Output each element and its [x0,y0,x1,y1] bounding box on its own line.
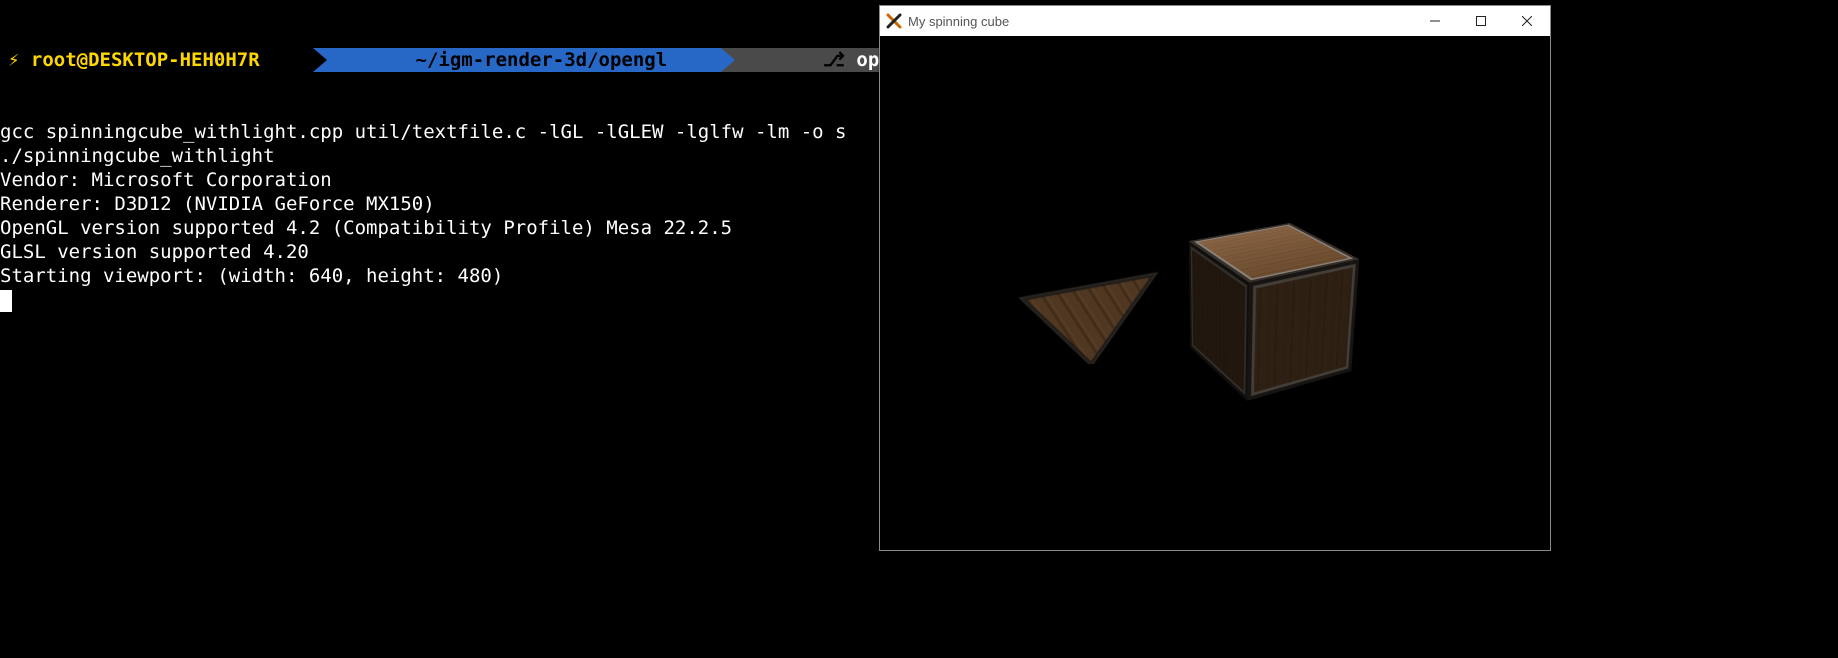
prompt-user-segment: ⚡ root@DESKTOP-HEH0H7R [0,48,313,72]
git-branch-icon: ⎇ [823,48,845,72]
close-button[interactable] [1504,6,1550,36]
prompt-path: ~/igm-render-3d/opengl [416,48,668,72]
window-title: My spinning cube [908,14,1009,29]
output-line: GLSL version supported 4.20 [0,241,309,263]
output-line: Renderer: D3D12 (NVIDIA GeForce MX150) [0,193,435,215]
output-line: Vendor: Microsoft Corporation [0,169,332,191]
output-line: gcc spinningcube_withlight.cpp util/text… [0,121,846,143]
prompt-user-host: root@DESKTOP-HEH0H7R [31,48,260,72]
cube-mesh [1217,240,1322,373]
scene-3d [880,36,1550,550]
app-x11-icon [886,13,902,29]
pyramid-face [1016,265,1160,368]
window-controls [1412,6,1550,36]
segment-arrow-icon [721,48,735,72]
output-line: OpenGL version supported 4.2 (Compatibil… [0,217,732,239]
cube-face-front [1247,259,1359,401]
output-line: Starting viewport: (width: 640, height: … [0,265,503,287]
bolt-icon: ⚡ [8,48,19,72]
maximize-button[interactable] [1458,6,1504,36]
opengl-window[interactable]: My spinning cube [879,5,1551,551]
minimize-button[interactable] [1412,6,1458,36]
titlebar[interactable]: My spinning cube [880,6,1550,36]
segment-arrow-icon [313,48,327,72]
prompt-path-segment: ~/igm-render-3d/opengl [327,48,721,72]
terminal-cursor [0,290,12,312]
opengl-viewport[interactable] [880,36,1550,550]
pyramid-mesh [1016,265,1160,368]
output-line: ./spinningcube_withlight [0,145,275,167]
